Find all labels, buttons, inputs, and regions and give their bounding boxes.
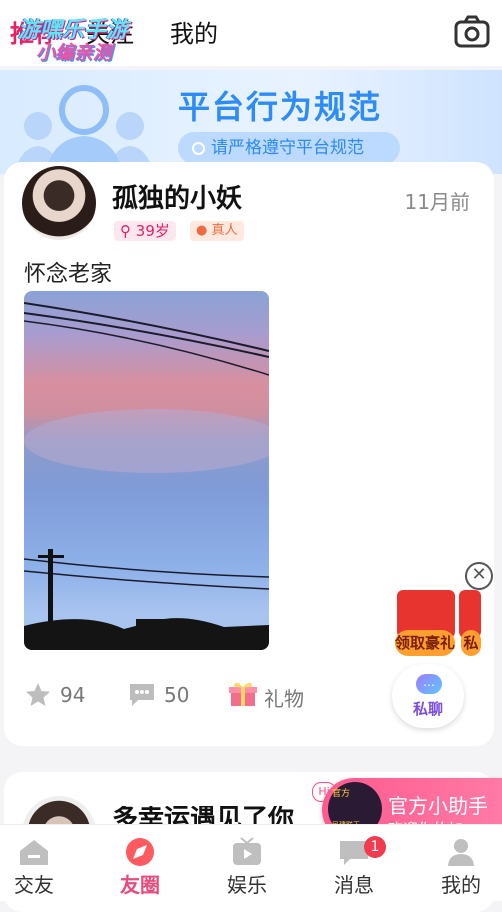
age-badge: ⚲ 39岁 [114, 221, 176, 241]
assistant-avatar-text: 官方 [332, 789, 351, 799]
nav-friends[interactable]: 交友 [0, 825, 84, 901]
nav-label-moments: 友圈 [120, 873, 160, 897]
like-count: 94 [60, 683, 86, 707]
post-text: 怀念老家 [24, 262, 113, 287]
real-label: 真人 [211, 223, 238, 238]
banner-title: 平台行为规范 [178, 88, 383, 126]
users-icon [14, 85, 154, 174]
person-icon: ● [196, 223, 208, 238]
home-icon [20, 840, 48, 865]
camera-icon[interactable] [454, 14, 490, 48]
photo-scene [24, 302, 269, 650]
nav-entertainment[interactable]: 娱乐 [197, 825, 297, 901]
post-time: 11月前 [404, 190, 470, 214]
user-name[interactable]: 孤独的小妖 [112, 178, 242, 215]
banner-pill: 请严格遵守平台规范 [178, 132, 400, 164]
gift-promo-label: 领取豪礼 [395, 630, 455, 656]
comment-icon[interactable] [128, 682, 156, 708]
bottom-nav: 交友 友圈 娱乐 消息 我的 [0, 824, 502, 901]
private-chat-button[interactable]: … 私聊 [392, 664, 464, 728]
comment-count: 50 [164, 683, 190, 707]
post-photo[interactable] [24, 291, 269, 650]
age-value: 39岁 [135, 222, 170, 240]
tab-follow[interactable]: 关注 [86, 14, 134, 49]
chat-label: 私聊 [412, 700, 443, 718]
rules-banner[interactable]: 平台行为规范 请严格遵守平台规范 [0, 70, 502, 174]
user-icon [448, 839, 474, 866]
nav-moments[interactable]: 友圈 [90, 825, 190, 901]
assistant-title: 官方小助手 [388, 794, 488, 818]
avatar[interactable] [22, 166, 96, 240]
tab-recommend[interactable]: 推荐 [10, 14, 58, 49]
gift-promo[interactable]: 领取豪礼 私 [395, 580, 481, 658]
nav-messages[interactable]: 消息 [304, 825, 404, 901]
nav-mine[interactable]: 我的 [411, 825, 502, 901]
banner-pill-text: 请严格遵守平台规范 [211, 138, 364, 158]
female-icon: ⚲ [120, 222, 131, 240]
top-bar: 推荐 关注 我的 [0, 0, 502, 66]
close-icon[interactable]: ✕ [465, 562, 493, 590]
message-badge: 1 [364, 836, 386, 858]
tv-icon [233, 837, 261, 865]
pill-dot-icon [192, 141, 205, 155]
star-icon[interactable] [24, 682, 52, 708]
user-name-2[interactable]: 多幸运遇见了你 [112, 806, 302, 824]
tab-mine[interactable]: 我的 [170, 14, 218, 49]
chat-icon: … [416, 674, 442, 694]
gift-promo-label-2: 私 [461, 630, 481, 656]
real-badge: ● 真人 [190, 221, 244, 241]
nav-label-mine: 我的 [441, 873, 481, 897]
nav-label-entertainment: 娱乐 [227, 873, 267, 897]
gift-label[interactable]: 礼物 [264, 683, 304, 712]
nav-label-friends: 交友 [14, 873, 54, 897]
compass-icon [126, 838, 154, 866]
nav-label-messages: 消息 [334, 873, 374, 897]
gift-icon[interactable] [228, 680, 258, 708]
